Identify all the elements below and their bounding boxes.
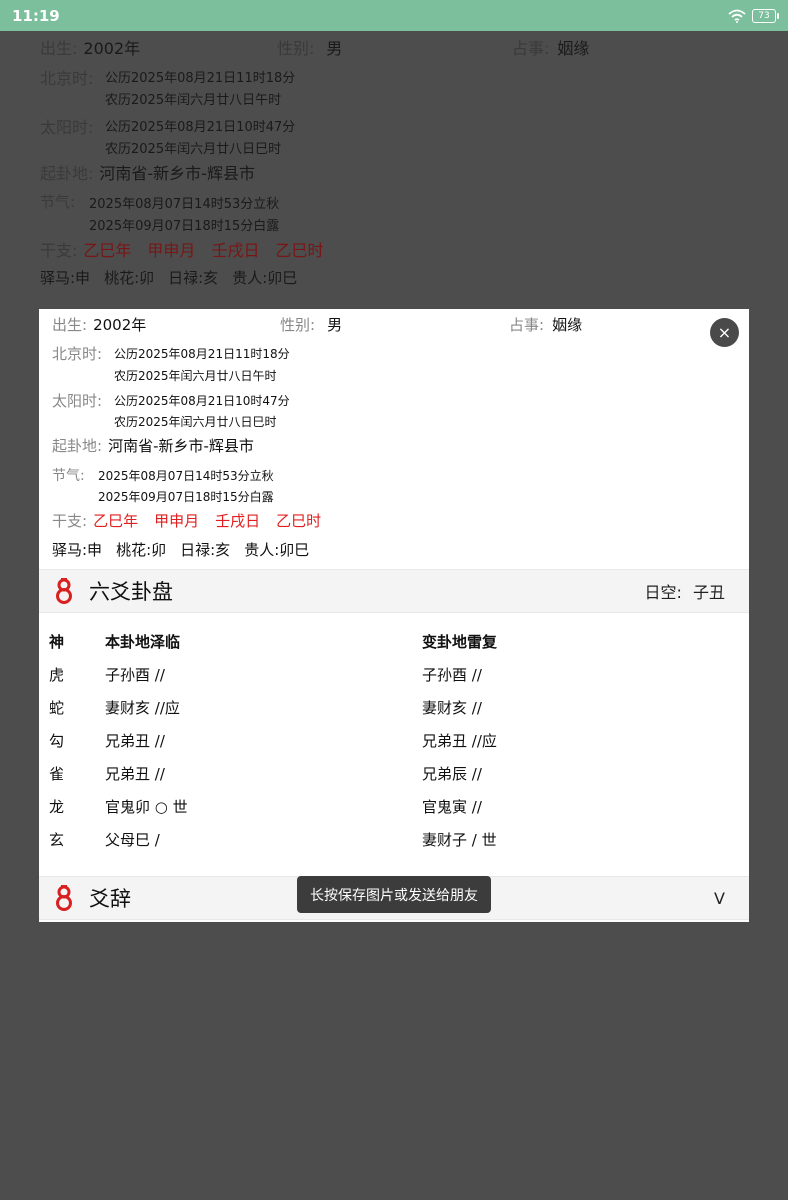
jieqi-line1: 2025年08月07日14时53分立秋 — [98, 469, 274, 483]
table-row: 蛇 妻财亥 //应 妻财亥 // — [49, 699, 482, 717]
bg-ganzhi-row: 干支: 乙巳年 甲申月 壬戌日 乙巳时 — [40, 241, 324, 260]
matter-row: 占事: 姻缘 — [509, 316, 583, 334]
bg-jieqi-line1: 2025年08月07日14时53分立秋 — [89, 197, 280, 212]
header-ben-gua: 本卦地泽临 — [105, 633, 181, 651]
bg-beijing-line1: 公历2025年08月21日11时18分 — [105, 71, 296, 86]
bg-beijing-label: 北京时: — [40, 69, 94, 88]
jieqi-label: 节气: — [52, 468, 85, 484]
bg-solar-label: 太阳时: — [40, 118, 94, 137]
close-button[interactable]: × — [710, 318, 739, 347]
bg-solar-line2: 农历2025年闰六月廿八日巳时 — [105, 142, 282, 157]
red-gourd-icon — [56, 578, 72, 604]
table-row: 虎 子孙酉 // 子孙酉 // — [49, 666, 482, 684]
bg-place-row: 起卦地: 河南省-新乡市-辉县市 — [40, 164, 255, 183]
solar-label: 太阳时: — [52, 392, 103, 410]
red-gourd-icon — [56, 885, 72, 911]
beijing-label: 北京时: — [52, 345, 103, 363]
toast-message: 长按保存图片或发送给朋友 — [297, 876, 491, 913]
expand-chevron-icon[interactable]: V — [714, 889, 735, 908]
place-row: 起卦地: 河南省-新乡市-辉县市 — [52, 437, 254, 455]
jieqi-line2: 2025年09月07日18时15分白露 — [98, 490, 274, 504]
header-bian-gua: 变卦地雷复 — [422, 633, 498, 651]
header-shen: 神 — [49, 633, 65, 651]
rikong: 日空: 子丑 — [644, 583, 725, 602]
bg-gender-row: 性别: 男 — [277, 39, 343, 58]
result-dialog: × 出生: 2002年 性别: 男 占事: 姻缘 北京时: 公历2025年08月… — [39, 309, 749, 922]
status-icons: 73 — [728, 8, 779, 23]
bg-solar-line1: 公历2025年08月21日10时47分 — [105, 120, 296, 135]
background-page: 出生: 2002年 性别: 男 占事: 姻缘 北京时: 公历2025年08月21… — [0, 31, 788, 299]
bg-jieqi-line2: 2025年09月07日18时15分白露 — [89, 219, 280, 234]
bg-shensha-row: 驿马:申 桃花:卯 日禄:亥 贵人:卯巳 — [40, 269, 298, 287]
bg-birth-row: 出生: 2002年 — [40, 39, 141, 58]
beijing-line1: 公历2025年08月21日11时18分 — [114, 347, 290, 361]
wifi-icon — [728, 9, 746, 23]
birth-row: 出生: 2002年 — [52, 316, 147, 334]
status-bar: 11:19 73 — [0, 0, 788, 31]
ganzhi-row: 干支: 乙巳年 甲申月 壬戌日 乙巳时 — [52, 512, 322, 530]
battery-icon: 73 — [752, 8, 779, 23]
table-row: 玄 父母巳 / 妻财子 / 世 — [49, 831, 497, 849]
bg-beijing-line2: 农历2025年闰六月廿八日午时 — [105, 93, 282, 108]
gua-table: 神 本卦地泽临 变卦地雷复 虎 子孙酉 // 子孙酉 // 蛇 妻财亥 //应 … — [49, 631, 739, 862]
liuyao-section-header: 六爻卦盘 日空: 子丑 — [39, 569, 749, 613]
solar-line1: 公历2025年08月21日10时47分 — [114, 394, 290, 408]
beijing-line2: 农历2025年闰六月廿八日午时 — [114, 369, 277, 383]
gender-row: 性别: 男 — [280, 316, 343, 334]
yaoci-title: 爻辞 — [89, 887, 131, 911]
table-row: 雀 兄弟丑 // 兄弟辰 // — [49, 765, 482, 783]
table-row: 勾 兄弟丑 // 兄弟丑 //应 — [49, 732, 497, 750]
status-time: 11:19 — [12, 6, 60, 25]
solar-line2: 农历2025年闰六月廿八日巳时 — [114, 415, 277, 429]
bg-jieqi-label: 节气: — [40, 193, 76, 211]
table-header: 神 本卦地泽临 变卦地雷复 — [49, 631, 739, 664]
table-row: 龙 官鬼卯 ○ 世 官鬼寅 // — [49, 798, 482, 816]
liuyao-title: 六爻卦盘 — [89, 580, 173, 604]
bg-matter-row: 占事: 姻缘 — [512, 39, 590, 58]
shensha-row: 驿马:申 桃花:卯 日禄:亥 贵人:卯巳 — [52, 541, 310, 559]
